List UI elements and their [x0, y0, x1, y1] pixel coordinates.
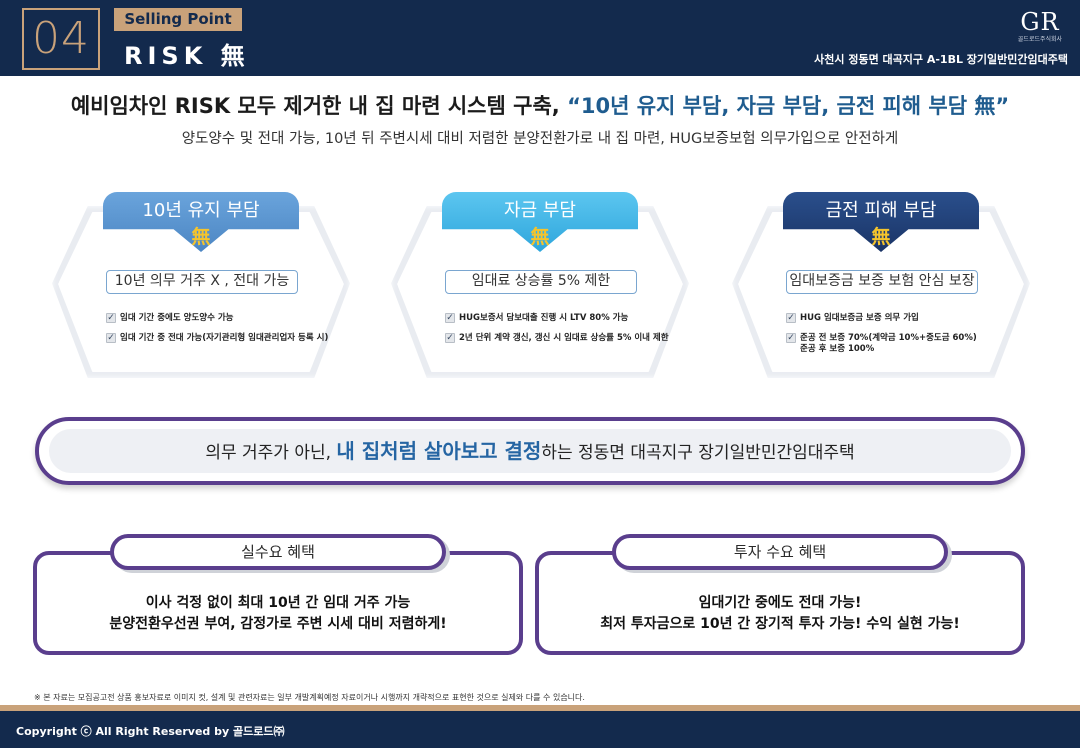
banner-highlight: 내 집처럼 살아보고 결정	[336, 439, 542, 463]
banner-inner: 의무 거주가 아닌, 내 집처럼 살아보고 결정하는 정동면 대곡지구 장기일반…	[49, 429, 1011, 473]
checkbox-icon: ✓	[445, 313, 455, 323]
card-none-mark: 無	[191, 226, 211, 248]
footer-bar: Copyright ⓒ All Right Reserved by 골드로드㈜	[0, 711, 1080, 748]
banner-text: 의무 거주가 아닌, 내 집처럼 살아보고 결정하는 정동면 대곡지구 장기일반…	[205, 439, 855, 463]
copyright: Copyright ⓒ All Right Reserved by 골드로드㈜	[16, 725, 285, 738]
checkbox-icon: ✓	[106, 313, 116, 323]
card-title: 10년 유지 부담	[142, 200, 260, 221]
header-bar: 04 Selling Point RISK 無 GR 골드로드주식회사 사천시 …	[0, 0, 1080, 76]
list-item: ✓ 임대 기간 중에도 양도양수 가능	[106, 313, 234, 323]
section-number: 04	[22, 8, 100, 70]
card-list: ✓ HUG보증서 담보대출 진행 시 LTV 80% 가능 ✓ 2년 단위 계약 갱…	[445, 313, 675, 353]
benefit-text: 이사 걱정 없이 최대 10년 간 임대 거주 가능 분양전환우선권 부여, 감…	[109, 595, 447, 632]
disclaimer: ※ 본 자료는 모집공고전 상품 홍보자료로 이미지 컷, 설계 및 관련자료는…	[34, 693, 585, 702]
card-funding-burden: 자금 부담 無 임대료 상승률 5% 제한 ✓ HUG보증서 담보대출 진행 시 …	[391, 192, 689, 378]
card-list: ✓ HUG 임대보증금 보증 의무 가입 ✓ 준공 전 보증 70%(계약금 10%…	[786, 313, 1016, 364]
list-item: ✓ HUG보증서 담보대출 진행 시 LTV 80% 가능	[445, 313, 629, 323]
card-financial-damage-burden: 금전 피해 부담 無 임대보증금 보증 보험 안심 보장 ✓ HUG 임대보증금 …	[732, 192, 1030, 378]
list-item: ✓ 2년 단위 계약 갱신, 갱신 시 임대료 상승률 5% 이내 제한	[445, 333, 669, 343]
purple-banner: 의무 거주가 아닌, 내 집처럼 살아보고 결정하는 정동면 대곡지구 장기일반…	[35, 417, 1025, 485]
benefit-title-real-demand: 실수요 혜택	[110, 534, 446, 570]
benefit-title-investment: 투자 수요 혜택	[612, 534, 948, 570]
card-maintenance-burden: 10년 유지 부담 無 10년 의무 거주 X , 전대 가능 ✓ 임대 기간 중…	[52, 192, 350, 378]
benefit-text: 임대기간 중에도 전대 가능! 최저 투자금으로 10년 간 장기적 투자 가능…	[600, 595, 960, 632]
checkbox-icon: ✓	[786, 333, 796, 343]
list-item: ✓ HUG 임대보증금 보증 의무 가입	[786, 313, 919, 323]
headline: 예비임차인 RISK 모두 제거한 내 집 마련 시스템 구축, “10년 유지…	[0, 90, 1080, 120]
checkbox-icon: ✓	[106, 333, 116, 343]
list-item: ✓ 준공 전 보증 70%(계약금 10%+중도금 60%) 준공 후 보증 10…	[786, 333, 977, 354]
list-item: ✓ 임대 기간 중 전대 가능(자기관리형 임대관리업자 등록 시)	[106, 333, 329, 343]
card-none-mark: 無	[871, 226, 891, 248]
card-pill: 임대보증금 보증 보험 안심 보장	[786, 270, 978, 294]
selling-point-badge: Selling Point	[114, 8, 242, 31]
card-none-mark: 無	[530, 226, 550, 248]
logo-subtext: 골드로드주식회사	[1017, 36, 1063, 43]
section-title: RISK 無	[124, 42, 250, 70]
site-name: 사천시 정동면 대곡지구 A-1BL 장기일반민간임대주택	[814, 53, 1068, 66]
card-list: ✓ 임대 기간 중에도 양도양수 가능 ✓ 임대 기간 중 전대 가능(자기관리형 …	[106, 313, 336, 353]
card-title: 자금 부담	[504, 200, 576, 221]
card-pill: 10년 의무 거주 X , 전대 가능	[106, 270, 298, 294]
headline-prefix: 예비임차인 RISK 모두 제거한 내 집 마련 시스템 구축,	[70, 94, 568, 118]
headline-subline: 양도양수 및 전대 가능, 10년 뒤 주변시세 대비 저렴한 분양전환가로 내…	[181, 131, 899, 147]
headline-highlight: “10년 유지 부담, 자금 부담, 금전 피해 부담 無”	[567, 94, 1010, 118]
checkbox-icon: ✓	[786, 313, 796, 323]
card-title: 금전 피해 부담	[825, 200, 937, 221]
company-logo: GR 골드로드주식회사	[1012, 8, 1068, 44]
checkbox-icon: ✓	[445, 333, 455, 343]
logo-mark: GR	[1020, 8, 1060, 36]
card-pill: 임대료 상승률 5% 제한	[445, 270, 637, 294]
